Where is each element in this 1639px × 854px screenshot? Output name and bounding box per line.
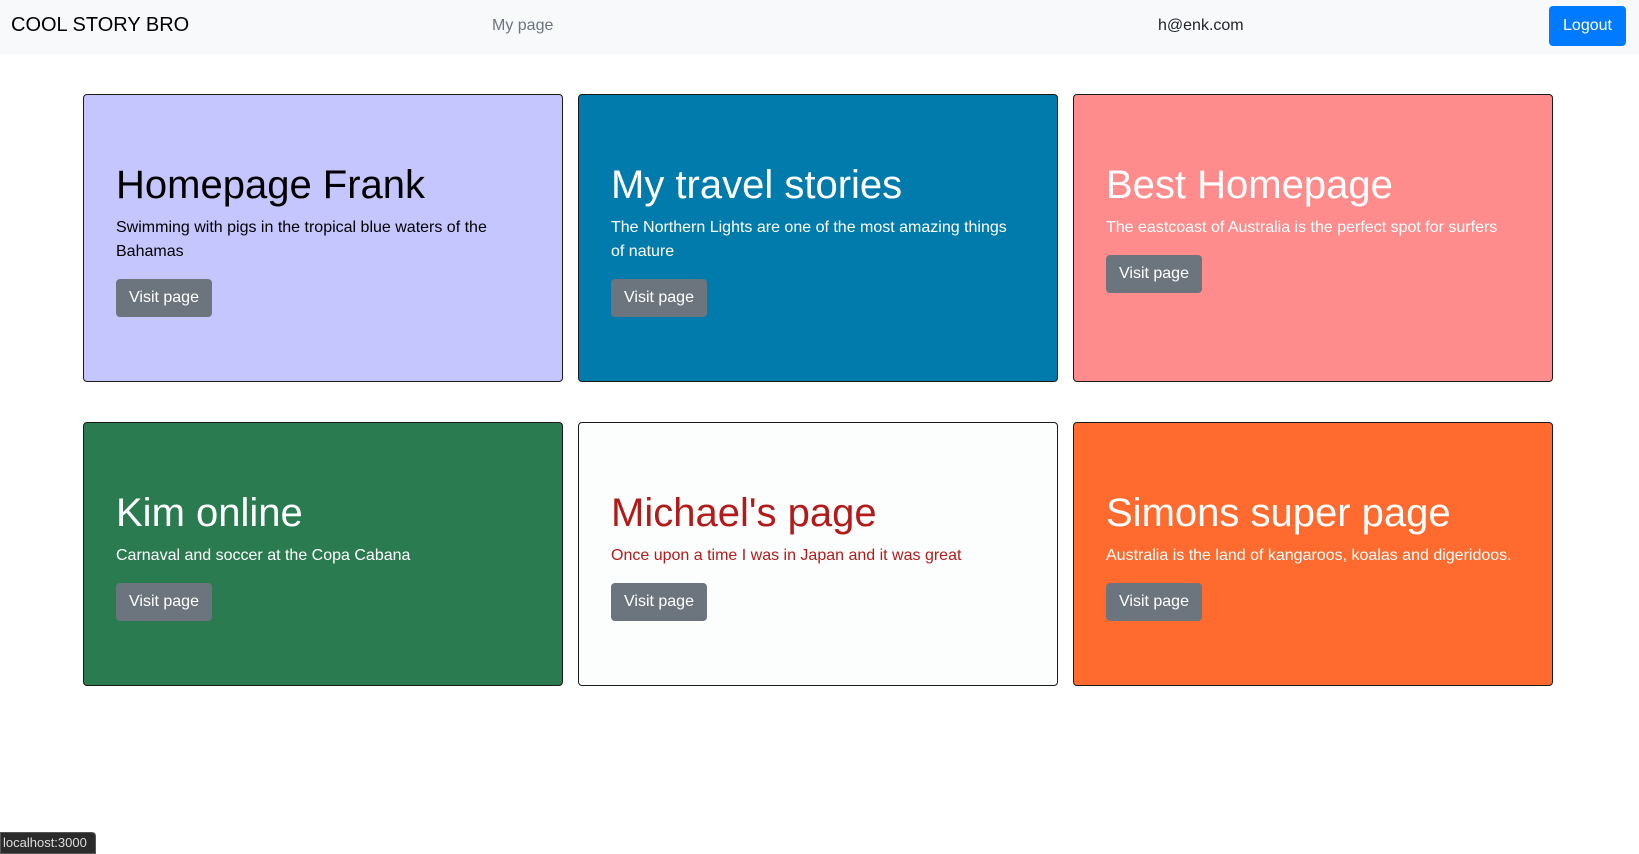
- card-title: Homepage Frank: [116, 163, 426, 207]
- card-title: Kim online: [116, 491, 303, 535]
- visit-page-button[interactable]: Visit page: [116, 583, 212, 621]
- card-description: The eastcoast of Australia is the perfec…: [1106, 219, 1498, 236]
- card-kim-online: Kim online Carnaval and soccer at the Co…: [83, 422, 563, 686]
- visit-page-button[interactable]: Visit page: [611, 583, 707, 621]
- card-description: The Northern Lights are one of the most …: [611, 219, 1007, 260]
- card-title: Best Homepage: [1106, 163, 1393, 207]
- logout-button[interactable]: Logout: [1549, 6, 1626, 46]
- card-best-homepage: Best Homepage The eastcoast of Australia…: [1073, 94, 1553, 382]
- card-description: Swimming with pigs in the tropical blue …: [116, 219, 487, 260]
- card-title: Simons super page: [1106, 491, 1451, 535]
- card-homepage-frank: Homepage Frank Swimming with pigs in the…: [83, 94, 563, 382]
- card-simons-super-page: Simons super page Australia is the land …: [1073, 422, 1553, 686]
- card-description: Carnaval and soccer at the Copa Cabana: [116, 547, 411, 564]
- card-title: Michael's page: [611, 491, 877, 535]
- my-page-link[interactable]: My page: [492, 17, 553, 35]
- card-title: My travel stories: [611, 163, 903, 207]
- brand-link[interactable]: COOL STORY BRO: [11, 14, 189, 37]
- visit-page-button[interactable]: Visit page: [1106, 583, 1202, 621]
- link-status-bar: localhost:3000: [0, 832, 96, 854]
- user-email: h@enk.com: [1158, 17, 1244, 34]
- top-navbar: COOL STORY BRO My page h@enk.com Logout: [0, 0, 1639, 54]
- card-michaels-page: Michael's page Once upon a time I was in…: [578, 422, 1058, 686]
- card-description: Once upon a time I was in Japan and it w…: [611, 547, 962, 564]
- card-my-travel-stories: My travel stories The Northern Lights ar…: [578, 94, 1058, 382]
- card-description: Australia is the land of kangaroos, koal…: [1106, 547, 1512, 564]
- visit-page-button[interactable]: Visit page: [1106, 255, 1202, 293]
- visit-page-button[interactable]: Visit page: [611, 279, 707, 317]
- visit-page-button[interactable]: Visit page: [116, 279, 212, 317]
